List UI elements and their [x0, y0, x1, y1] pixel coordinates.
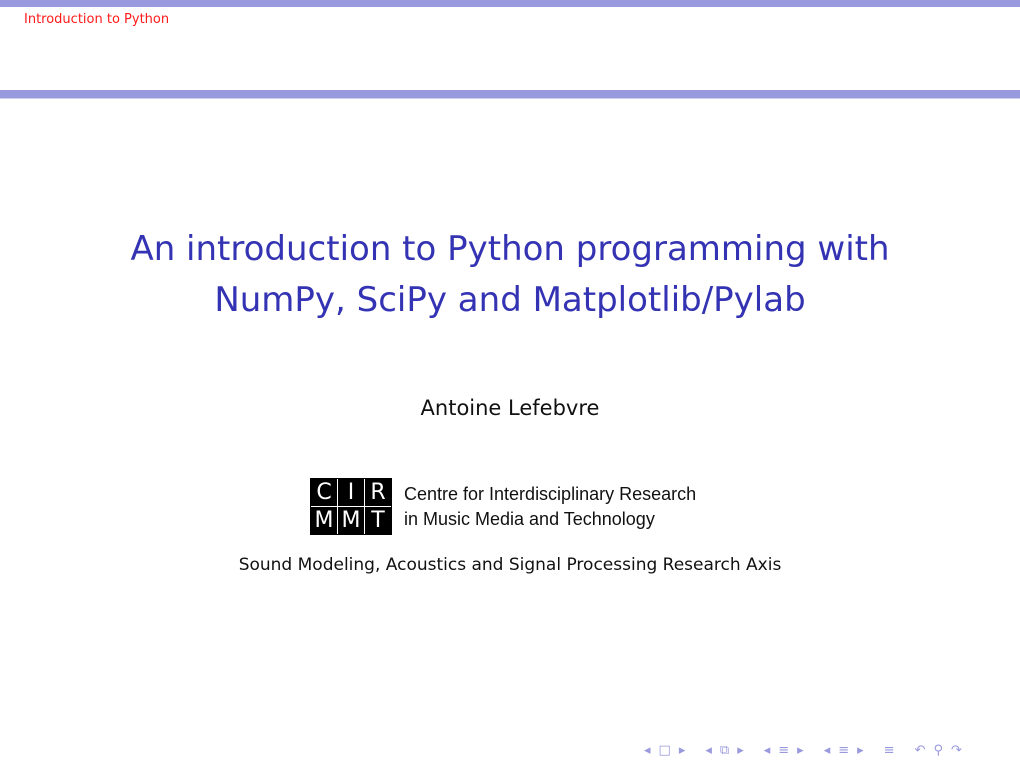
cirmmt-logo: C I R M M T Centre for Interdisciplinary… [310, 478, 696, 535]
next-subsection-arrow-icon[interactable]: ▸ [797, 743, 804, 758]
header-bar [0, 0, 1020, 7]
institute-text: Sound Modeling, Acoustics and Signal Pro… [238, 555, 782, 575]
logo-text-line-2: in Music Media and Technology [404, 508, 655, 529]
next-slide-arrow-icon[interactable]: ▸ [679, 743, 686, 758]
back-icon[interactable]: ↶ [915, 743, 926, 758]
logo-cell: T [365, 507, 391, 534]
header-divider [0, 90, 1020, 99]
prev-subsection-arrow-icon[interactable]: ◂ [764, 743, 771, 758]
logo-text-line-1: Centre for Interdisciplinary Research [404, 483, 697, 504]
slide-title-line-2: NumPy, SciPy and Matplotlib/Pylab [214, 280, 806, 320]
logo-cell: I [338, 479, 364, 506]
logo-cell: R [365, 479, 391, 506]
logo-cell: M [338, 507, 364, 534]
forward-icon[interactable]: ↷ [951, 743, 962, 758]
slide-icon[interactable]: □ [659, 743, 671, 758]
author-name: Antoine Lefebvre [420, 396, 600, 420]
prev-frame-arrow-icon[interactable]: ◂ [705, 743, 712, 758]
section-title-link[interactable]: Introduction to Python [24, 12, 169, 27]
slide-title-line-1: An introduction to Python programming wi… [130, 229, 890, 269]
subsection-icon[interactable]: ≡ [778, 743, 789, 758]
search-icon[interactable]: ⚲ [933, 743, 943, 758]
document-icon[interactable]: ≡ [884, 743, 895, 758]
next-section-arrow-icon[interactable]: ▸ [857, 743, 864, 758]
logo-grid: C I R M M T [310, 478, 392, 535]
prev-slide-arrow-icon[interactable]: ◂ [644, 743, 651, 758]
next-frame-arrow-icon[interactable]: ▸ [737, 743, 744, 758]
logo-cell: M [311, 507, 337, 534]
logo-cell: C [311, 479, 337, 506]
logo-text: Centre for Interdisciplinary Research in… [404, 482, 696, 532]
frame-icon[interactable]: ⧉ [720, 743, 729, 758]
section-icon[interactable]: ≡ [838, 743, 849, 758]
prev-section-arrow-icon[interactable]: ◂ [824, 743, 831, 758]
beamer-navigation: ◂ □ ▸ ◂ ⧉ ▸ ◂ ≡ ▸ ◂ ≡ ▸ ≡ ↶ ⚲ ↷ [644, 740, 970, 760]
